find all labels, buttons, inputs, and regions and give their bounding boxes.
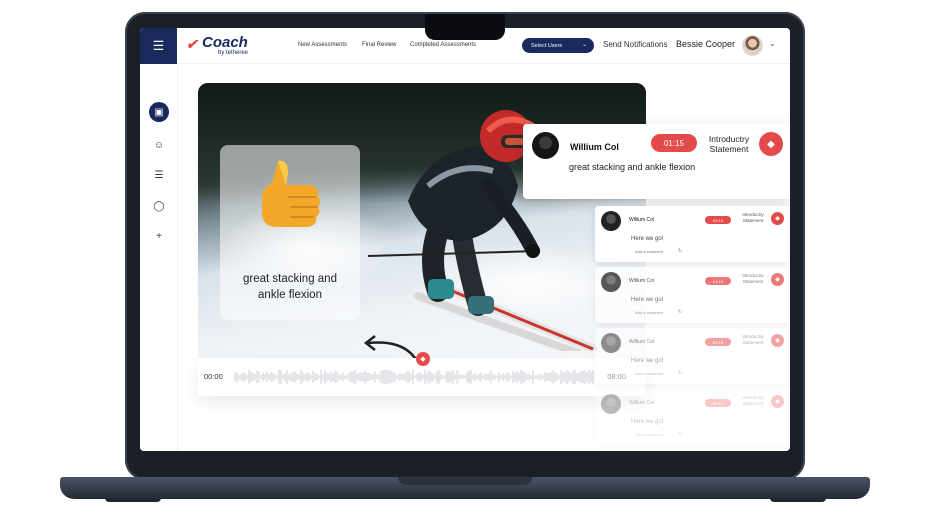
feedback-overlay-text: great stacking and ankle flexion (243, 273, 337, 301)
tag-marker-icon[interactable]: ◆ (416, 352, 430, 366)
laptop-groove (398, 477, 532, 485)
laptop-foot (770, 498, 826, 502)
main-comment-card[interactable]: Willium Col 01:15 Introductry Statement … (523, 124, 790, 199)
chevron-down-icon[interactable]: ⌄ (769, 39, 776, 48)
time-start: 00:00 (204, 372, 223, 381)
video-icon[interactable]: ☺ (149, 135, 169, 155)
comment-timestamp-badge[interactable]: 01:15 (705, 338, 731, 346)
nav-completed-assessments[interactable]: Completed Assessments (410, 42, 476, 48)
tag-icon[interactable]: ◆ (771, 212, 784, 225)
feedback-overlay-card: great stacking and ankle flexion (220, 145, 360, 320)
camera-notch (425, 14, 505, 40)
comment-timestamp-badge[interactable]: 01:15 (651, 134, 697, 152)
comment-timestamp-badge[interactable]: 01:15 (705, 399, 731, 407)
add-icon[interactable]: + (149, 226, 169, 246)
nav-new-assessments[interactable]: New Assessments (298, 42, 347, 48)
comment-author: Willium Col (629, 339, 654, 345)
comment-timestamp-badge[interactable]: 01:15 (705, 216, 731, 224)
logo-subtitle: by tetheree (218, 50, 249, 56)
avatar (601, 211, 621, 231)
user-name: Bessie Cooper (676, 39, 736, 49)
comment-card[interactable]: Willium Col 01:15 Introductry Statement … (595, 267, 789, 323)
comment-type: Introductry Statement (742, 395, 764, 406)
dashboard-icon[interactable]: ▣ (149, 102, 169, 122)
comment-author: Willium Col (629, 278, 654, 284)
tag-icon[interactable]: ◆ (759, 132, 783, 156)
checklist-icon[interactable]: ☰ (149, 165, 169, 185)
avatar (601, 333, 621, 353)
chevron-down-icon: ⌄ (581, 42, 587, 48)
avatar (601, 394, 621, 414)
comment-card[interactable]: Willium Col 01:15 Introductry Statement … (595, 389, 789, 445)
waveform[interactable] (234, 366, 599, 388)
app-screen: ☰ ✔ Coach by tetheree New Assessments Fi… (140, 28, 790, 451)
refresh-icon[interactable]: ↻ (678, 248, 682, 254)
curved-arrow-icon (363, 335, 417, 358)
laptop-mockup: ☰ ✔ Coach by tetheree New Assessments Fi… (0, 0, 929, 519)
avatar (532, 132, 559, 159)
add-comment-link[interactable]: Add a comment (635, 432, 663, 437)
avatar[interactable] (742, 35, 763, 56)
comment-text: Here we go! (631, 236, 664, 242)
comment-text: Here we go! (631, 419, 664, 425)
add-comment-link[interactable]: Add a comment (635, 249, 663, 254)
comment-author: Willium Col (629, 217, 654, 223)
select-users-dropdown[interactable]: Select Users ⌄ (522, 38, 594, 53)
tag-icon[interactable]: ◆ (771, 273, 784, 286)
comment-author: Willium Col (629, 400, 654, 406)
refresh-icon[interactable]: ↻ (678, 370, 682, 376)
audio-timeline[interactable]: 00:00 ◆ 08:00 (198, 352, 646, 396)
add-comment-link[interactable]: Add a comment (635, 371, 663, 376)
logo[interactable]: ✔ Coach by tetheree (186, 34, 256, 60)
comment-timestamp-badge[interactable]: 01:15 (705, 277, 731, 285)
comment-text: Here we go! (631, 297, 664, 303)
tag-icon[interactable]: ◆ (771, 395, 784, 408)
select-users-label: Select Users (531, 42, 563, 49)
comment-type: Introductry Statement (742, 334, 764, 345)
hamburger-icon[interactable]: ☰ (140, 28, 177, 64)
comment-type: Introductry Statement (742, 212, 764, 223)
chat-icon[interactable]: ◯ (149, 196, 169, 216)
sidebar: ▣ ☺ ☰ ◯ + (140, 64, 178, 451)
refresh-icon[interactable]: ↻ (678, 309, 682, 315)
comment-text: Here we go! (631, 358, 664, 364)
send-notifications-link[interactable]: Send Notifications (603, 40, 667, 49)
comment-type: Introductry Statement (708, 134, 750, 154)
laptop-foot (105, 498, 161, 502)
logo-text: Coach (202, 34, 248, 51)
comment-author: Willium Col (570, 142, 619, 152)
nav-final-review[interactable]: Final Review (362, 42, 396, 48)
comment-text: great stacking and ankle flexion (569, 162, 696, 172)
comment-card[interactable]: Willium Col 01:15 Introductry Statement … (595, 206, 789, 262)
thumbs-up-icon (262, 160, 320, 227)
logo-mark-icon: ✔ (186, 36, 198, 52)
tag-icon[interactable]: ◆ (771, 334, 784, 347)
refresh-icon[interactable]: ↻ (678, 431, 682, 437)
avatar (601, 272, 621, 292)
comment-type: Introductry Statement (742, 273, 764, 284)
comment-card[interactable]: Willium Col 01:15 Introductry Statement … (595, 328, 789, 384)
add-comment-link[interactable]: Add a comment (635, 310, 663, 315)
